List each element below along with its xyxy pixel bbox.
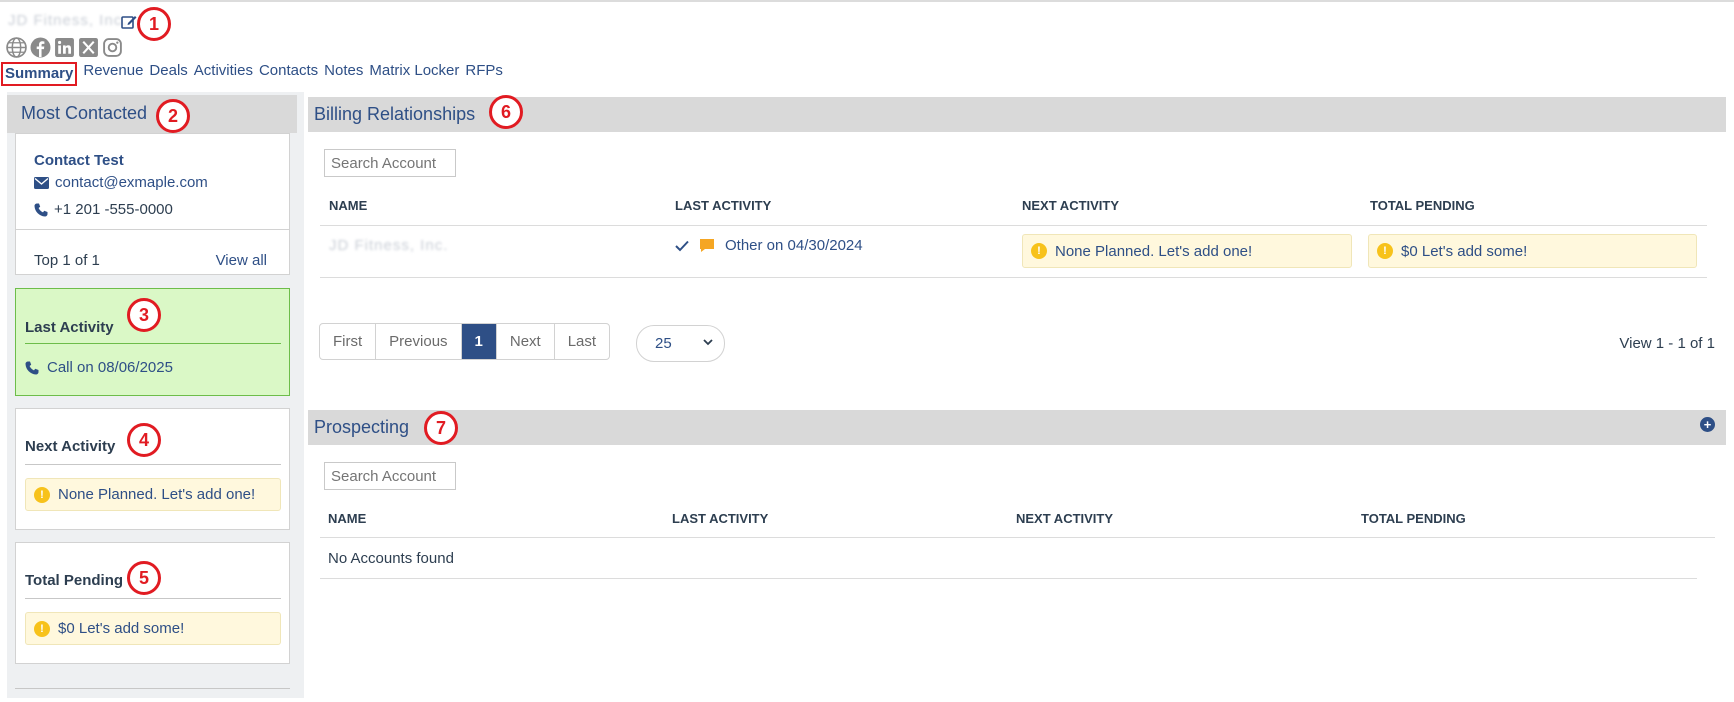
- add-prospect-icon[interactable]: +: [1700, 417, 1715, 432]
- phone-icon: [34, 203, 48, 216]
- warning-icon: !: [34, 486, 50, 503]
- tab-deals[interactable]: Deals: [149, 62, 187, 86]
- divider: [15, 688, 290, 689]
- page-size-select[interactable]: 25: [636, 325, 725, 362]
- divider: [320, 578, 1697, 579]
- tab-rfps[interactable]: RFPs: [465, 62, 503, 86]
- pagination: First Previous 1 Next Last: [319, 323, 611, 360]
- empty-state-text: No Accounts found: [328, 550, 454, 567]
- callout-3: 3: [127, 298, 161, 332]
- total-pending-card: Total Pending ! $0 Let's add some!: [15, 542, 290, 664]
- next-activity-alert[interactable]: ! None Planned. Let's add one!: [1022, 234, 1352, 268]
- chat-bubble-icon: [700, 239, 714, 252]
- globe-icon[interactable]: [5, 36, 27, 58]
- tab-activities[interactable]: Activities: [194, 62, 253, 86]
- tab-notes[interactable]: Notes: [324, 62, 363, 86]
- tab-matrix-locker[interactable]: Matrix Locker: [369, 62, 459, 86]
- last-activity-title: Last Activity: [25, 319, 114, 336]
- contact-count: Top 1 of 1: [34, 252, 100, 269]
- last-activity-item[interactable]: Call on 08/06/2025: [25, 359, 173, 376]
- pager-first[interactable]: First: [320, 324, 377, 359]
- billing-relationships-title: Billing Relationships: [314, 104, 476, 124]
- tab-revenue[interactable]: Revenue: [83, 62, 143, 86]
- next-activity-alert[interactable]: ! None Planned. Let's add one!: [25, 478, 281, 511]
- col-header-total-pending[interactable]: TOTAL PENDING: [1370, 198, 1475, 213]
- pager-previous[interactable]: Previous: [376, 324, 462, 359]
- social-links: [5, 36, 123, 58]
- warning-icon: !: [34, 620, 50, 637]
- callout-2: 2: [156, 99, 190, 133]
- phone-icon: [25, 361, 39, 374]
- most-contacted-title: Most Contacted: [21, 103, 148, 123]
- contact-email[interactable]: contact@exmaple.com: [55, 174, 208, 191]
- next-activity-text[interactable]: None Planned. Let's add one!: [1055, 243, 1252, 260]
- contact-name[interactable]: Contact Test: [34, 152, 124, 169]
- prospecting-header: Prospecting: [308, 410, 1726, 445]
- total-pending-alert[interactable]: ! $0 Let's add some!: [25, 612, 281, 645]
- linkedin-icon[interactable]: [53, 36, 75, 58]
- total-pending-title: Total Pending: [25, 572, 124, 589]
- most-contacted-header: Most Contacted: [7, 95, 297, 133]
- last-activity-value[interactable]: Call on 08/06/2025: [47, 359, 173, 376]
- account-tabs: Summary Revenue Deals Activities Contact…: [1, 62, 509, 86]
- view-range-text: View 1 - 1 of 1: [1619, 335, 1715, 352]
- x-twitter-icon[interactable]: [77, 36, 99, 58]
- pager-next[interactable]: Next: [497, 324, 555, 359]
- divider: [16, 229, 289, 230]
- callout-1: 1: [137, 7, 171, 41]
- col-header-name[interactable]: NAME: [329, 198, 367, 213]
- callout-5: 5: [127, 561, 161, 595]
- divider: [25, 464, 281, 465]
- total-pending-value[interactable]: $0 Let's add some!: [58, 620, 184, 637]
- next-activity-title: Next Activity: [25, 438, 116, 455]
- envelope-icon: [34, 176, 49, 189]
- warning-icon: !: [1377, 243, 1393, 259]
- chevron-down-icon: [703, 339, 713, 346]
- total-pending-text[interactable]: $0 Let's add some!: [1401, 243, 1527, 260]
- pager-last[interactable]: Last: [555, 324, 609, 359]
- col-header-last-activity[interactable]: LAST ACTIVITY: [672, 511, 768, 526]
- callout-4: 4: [127, 423, 161, 457]
- check-icon: [675, 240, 689, 251]
- col-header-name[interactable]: NAME: [328, 511, 366, 526]
- divider: [320, 277, 1707, 278]
- warning-icon: !: [1031, 243, 1047, 259]
- account-name-cell[interactable]: JD Fitness, Inc.: [329, 237, 448, 254]
- col-header-next-activity[interactable]: NEXT ACTIVITY: [1016, 511, 1113, 526]
- top-border: [0, 0, 1734, 2]
- view-all-link[interactable]: View all: [216, 252, 267, 269]
- contact-phone: +1 201 -555-0000: [54, 201, 173, 218]
- total-pending-alert[interactable]: ! $0 Let's add some!: [1368, 234, 1697, 268]
- instagram-icon[interactable]: [101, 36, 123, 58]
- account-name: JD Fitness, Inc.: [8, 12, 128, 29]
- contact-email-row[interactable]: contact@exmaple.com: [34, 174, 208, 191]
- prospecting-title: Prospecting: [314, 417, 410, 437]
- edit-icon[interactable]: [121, 14, 137, 30]
- last-activity-cell[interactable]: Other on 04/30/2024: [675, 237, 863, 254]
- col-header-next-activity[interactable]: NEXT ACTIVITY: [1022, 198, 1119, 213]
- main-panel: [308, 97, 1726, 691]
- billing-search-input[interactable]: [324, 149, 456, 177]
- callout-6: 6: [489, 95, 523, 129]
- last-activity-text[interactable]: Other on 04/30/2024: [725, 237, 863, 254]
- callout-7: 7: [424, 411, 458, 445]
- divider: [25, 343, 281, 344]
- prospecting-search-input[interactable]: [324, 462, 456, 490]
- tab-summary[interactable]: Summary: [1, 62, 78, 86]
- facebook-icon[interactable]: [29, 36, 51, 58]
- next-activity-value[interactable]: None Planned. Let's add one!: [58, 486, 255, 503]
- col-header-last-activity[interactable]: LAST ACTIVITY: [675, 198, 771, 213]
- divider: [320, 225, 1707, 226]
- pager-page-1[interactable]: 1: [461, 324, 497, 359]
- page-size-value: 25: [655, 335, 672, 352]
- divider: [25, 598, 281, 599]
- divider: [320, 537, 1715, 538]
- most-contacted-card: Contact Test contact@exmaple.com +1 201 …: [15, 133, 290, 275]
- tab-contacts[interactable]: Contacts: [259, 62, 318, 86]
- contact-phone-row: +1 201 -555-0000: [34, 201, 173, 218]
- col-header-total-pending[interactable]: TOTAL PENDING: [1361, 511, 1466, 526]
